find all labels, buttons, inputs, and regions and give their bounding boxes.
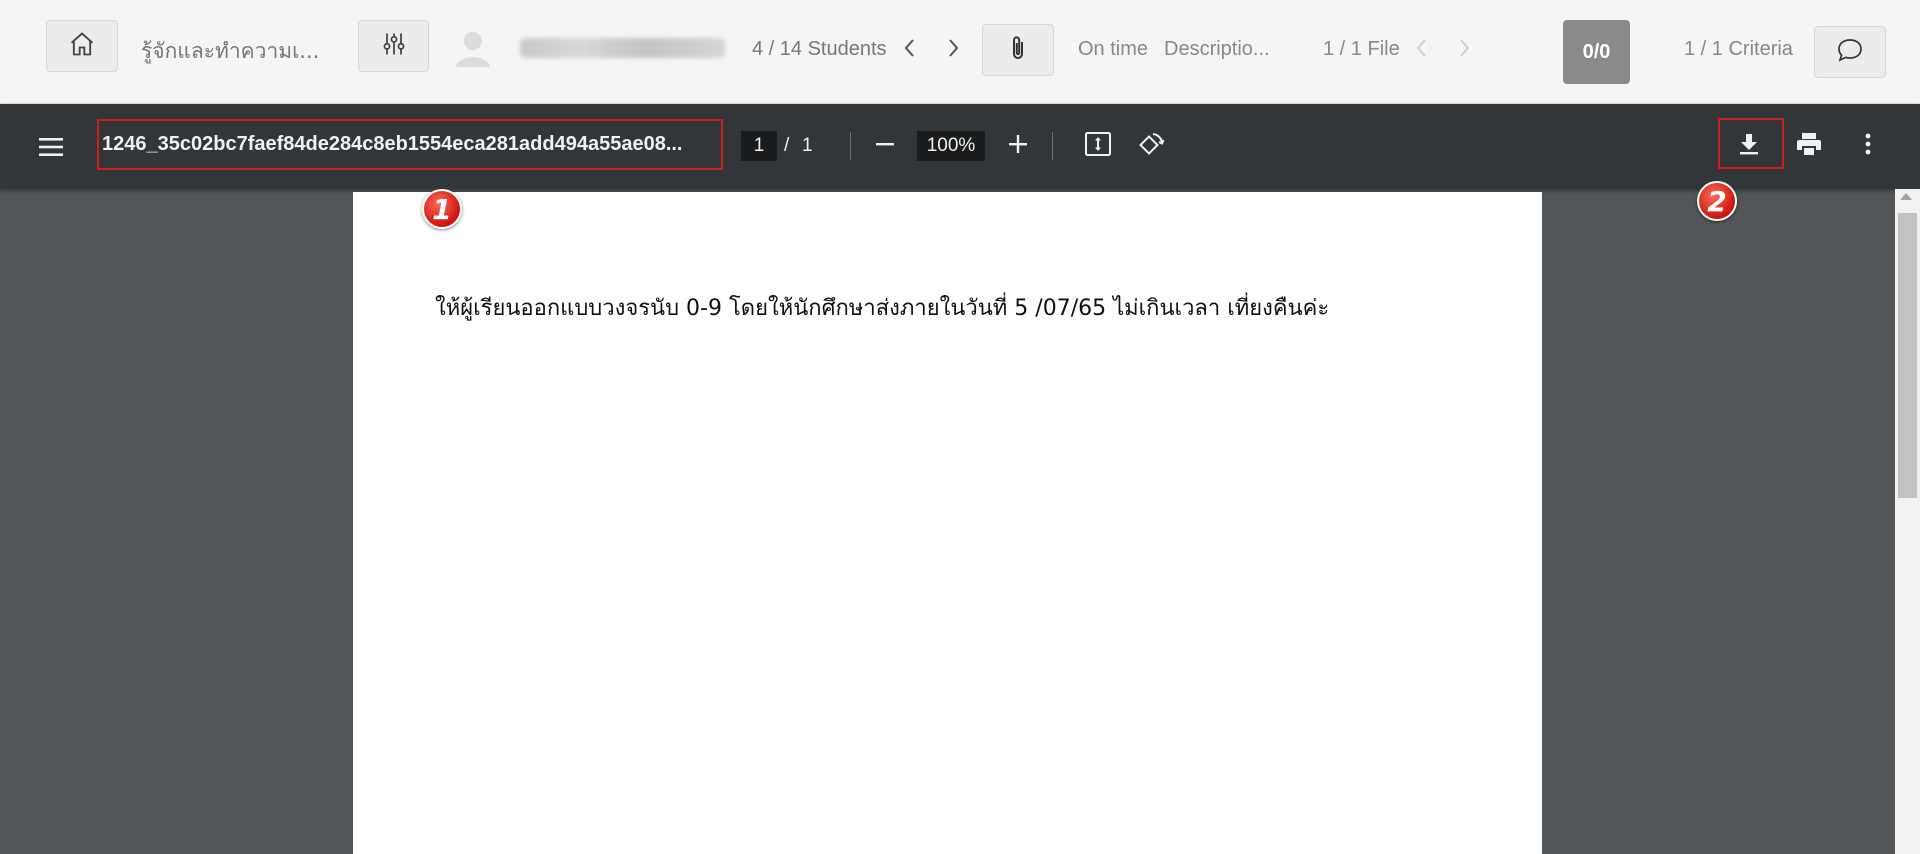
more-options-button[interactable] [1852, 130, 1884, 162]
comment-icon [1836, 37, 1864, 68]
print-button[interactable] [1792, 130, 1826, 162]
vertical-scrollbar-thumb[interactable] [1898, 213, 1917, 498]
score-badge[interactable]: 0/0 [1563, 20, 1630, 84]
scroll-up-arrow-icon[interactable] [1900, 193, 1912, 200]
student-avatar [452, 27, 494, 69]
attachment-button[interactable] [982, 24, 1054, 76]
rotate-button[interactable] [1135, 130, 1167, 162]
annotation-badge-1: 1 [422, 189, 462, 229]
toolbar-divider [850, 132, 851, 160]
grading-topbar: รู้จักและทำความเ... 4 / 14 Students On t… [0, 0, 1920, 104]
student-name-blurred [520, 38, 725, 58]
assignment-title: รู้จักและทำความเ... [141, 39, 320, 63]
home-icon [68, 30, 96, 63]
sliders-icon [380, 30, 408, 63]
document-text: ให้ผู้เรียนออกแบบวงจรนับ 0-9 โดยให้นักศึ… [435, 296, 1330, 321]
prev-file-arrow[interactable] [1414, 36, 1430, 65]
zoom-in-button[interactable] [1003, 131, 1033, 161]
minus-icon [874, 133, 896, 160]
filename-highlight [97, 119, 723, 170]
hamburger-menu-icon[interactable] [36, 132, 66, 162]
toolbar-divider [1052, 132, 1053, 160]
plus-icon [1007, 133, 1029, 160]
paperclip-icon [1006, 34, 1030, 67]
filter-button[interactable] [358, 20, 429, 72]
criteria-count: 1 / 1 Criteria [1684, 38, 1793, 60]
next-file-arrow[interactable] [1456, 36, 1472, 65]
comment-button[interactable] [1814, 26, 1886, 78]
download-highlight [1718, 118, 1784, 169]
students-count: 4 / 14 Students [752, 38, 887, 60]
description-link[interactable]: Descriptio... [1164, 38, 1270, 61]
fit-page-icon [1084, 131, 1112, 162]
zoom-level-input[interactable]: 100% [917, 131, 985, 161]
zoom-out-button[interactable] [870, 131, 900, 161]
rotate-icon [1137, 130, 1165, 163]
total-pages: 1 [802, 135, 813, 156]
page-separator: / [784, 135, 790, 156]
home-button[interactable] [46, 20, 118, 72]
submission-status: On time [1078, 38, 1149, 60]
next-student-arrow[interactable] [945, 36, 961, 65]
fit-page-button[interactable] [1082, 130, 1114, 162]
prev-student-arrow[interactable] [902, 36, 918, 65]
annotation-badge-2: 2 [1697, 181, 1737, 221]
pdf-page: ให้ผู้เรียนออกแบบวงจรนับ 0-9 โดยให้นักศึ… [353, 192, 1542, 854]
more-vertical-icon [1864, 132, 1872, 161]
print-icon [1795, 131, 1823, 162]
files-count: 1 / 1 File [1323, 38, 1400, 60]
current-page-input[interactable]: 1 [741, 131, 777, 161]
